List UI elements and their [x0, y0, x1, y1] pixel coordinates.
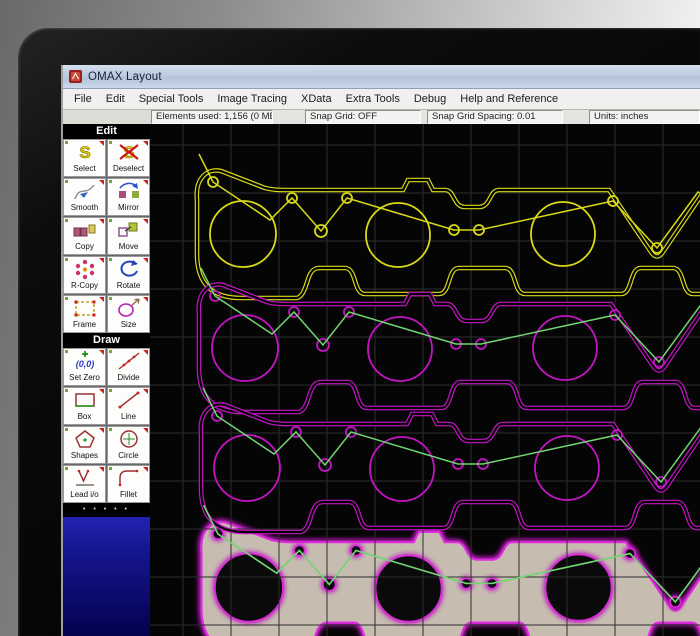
- menu-item-xdata[interactable]: XData: [294, 91, 339, 107]
- omax-logo-icon: [69, 70, 82, 83]
- status-snap-grid-spacing: Snap Grid Spacing: 0.01: [427, 110, 563, 124]
- tool-label: Deselect: [112, 164, 145, 173]
- mirror-icon: [116, 179, 142, 203]
- window-title: OMAX Layout: [88, 70, 162, 83]
- menu-item-debug[interactable]: Debug: [407, 91, 453, 107]
- tool-move[interactable]: Move: [107, 217, 150, 255]
- tool-deselect[interactable]: SDeselect: [107, 139, 150, 177]
- status-elements-used: Elements used: 1,156 (0 MB): [151, 110, 273, 124]
- tool-line[interactable]: Line: [107, 387, 150, 425]
- tool-label: Lead i/o: [70, 490, 99, 499]
- tool-label: Shapes: [70, 451, 99, 460]
- tool-label: Copy: [75, 242, 94, 251]
- shapes-icon: [72, 427, 98, 451]
- menu-item-file[interactable]: File: [67, 91, 99, 107]
- tool-shapes[interactable]: Shapes: [63, 426, 106, 464]
- menu-item-help-and-reference[interactable]: Help and Reference: [453, 91, 565, 107]
- tool-label: Rotate: [116, 281, 141, 290]
- tool-select[interactable]: S Select: [63, 139, 106, 177]
- r-copy-icon: [72, 257, 98, 281]
- cad-drawing-area[interactable]: [150, 124, 700, 636]
- tool-copy[interactable]: Copy: [63, 217, 106, 255]
- toolbar-resize-dots: • • • • •: [63, 503, 150, 517]
- menu-item-extra-tools[interactable]: Extra Tools: [339, 91, 407, 107]
- smooth-icon: [72, 179, 98, 203]
- tool-label: R-Copy: [70, 281, 99, 290]
- status-snap-grid: Snap Grid: OFF: [305, 110, 421, 124]
- size-icon: [116, 296, 142, 320]
- menu-item-edit[interactable]: Edit: [99, 91, 132, 107]
- menu-item-image-tracing[interactable]: Image Tracing: [210, 91, 294, 107]
- toolbar-grid-edit: SSelectSDeselectSmoothMirrorCopyMoveR-Co…: [63, 139, 150, 333]
- tool-palette: EditSSelectSDeselectSmoothMirrorCopyMove…: [63, 124, 150, 636]
- drawing-canvas[interactable]: [150, 124, 700, 636]
- tool-label: Set Zero: [69, 373, 100, 382]
- tool-frame[interactable]: Frame: [63, 295, 106, 333]
- tool-box[interactable]: Box: [63, 387, 106, 425]
- line-icon: [116, 388, 142, 412]
- tool-label: Fillet: [120, 490, 137, 499]
- status-units: Units: inches: [589, 110, 700, 124]
- toolbar-header-draw: Draw: [63, 333, 150, 348]
- tool-label: Mirror: [118, 203, 139, 212]
- rotate-icon: [116, 257, 142, 281]
- tool-label: Line: [120, 412, 137, 421]
- deselect-icon: S: [116, 140, 142, 164]
- gasket-yellow: [197, 153, 700, 298]
- tool-mirror[interactable]: Mirror: [107, 178, 150, 216]
- toolbar-blue-panel: [63, 517, 150, 636]
- tool-label: Box: [77, 412, 92, 421]
- tool-circle[interactable]: Circle: [107, 426, 150, 464]
- box-icon: [72, 388, 98, 412]
- lead-io-icon: [72, 466, 98, 490]
- tool-rotate[interactable]: Rotate: [107, 256, 150, 294]
- menu-item-special-tools[interactable]: Special Tools: [132, 91, 211, 107]
- copy-icon: [72, 218, 98, 242]
- select-icon: S: [72, 140, 98, 164]
- tool-label: Frame: [72, 320, 97, 329]
- tool-label: Circle: [118, 451, 139, 460]
- svg-text:S: S: [79, 143, 90, 162]
- menu-bar: File Edit Special Tools Image Tracing XData E…: [63, 89, 700, 110]
- fillet-icon: [116, 466, 142, 490]
- tool-label: Divide: [117, 373, 140, 382]
- tool-smooth[interactable]: Smooth: [63, 178, 106, 216]
- status-bar: Elements used: 1,156 (0 MB) Snap Grid: O…: [63, 110, 700, 124]
- circle-icon: [116, 427, 142, 451]
- move-icon: [116, 218, 142, 242]
- svg-text:(0,0): (0,0): [75, 359, 94, 369]
- toolbar-grid-draw: (0,0) Set Zero Divide Box Line Shapes Circle Le…: [63, 348, 150, 503]
- window-title-bar[interactable]: OMAX Layout: [63, 65, 700, 89]
- screen: OMAX Layout File Edit Special Tools Image T…: [61, 65, 700, 636]
- status-bar-spacer: [63, 110, 151, 124]
- tool-r-copy[interactable]: R-Copy: [63, 256, 106, 294]
- divide-icon: [116, 349, 142, 373]
- monitor-bezel: OMAX Layout File Edit Special Tools Image T…: [18, 28, 700, 636]
- frame-icon: [72, 296, 98, 320]
- tool-lead-i-o[interactable]: Lead i/o: [63, 465, 106, 503]
- toolbar-header-edit: Edit: [63, 124, 150, 139]
- tool-label: Move: [118, 242, 139, 251]
- tool-set-zero[interactable]: (0,0) Set Zero: [63, 348, 106, 386]
- tool-label: Select: [73, 164, 96, 173]
- gasket-magenta-1: [199, 267, 700, 412]
- tool-size[interactable]: Size: [107, 295, 150, 333]
- tool-divide[interactable]: Divide: [107, 348, 150, 386]
- tool-label: Size: [120, 320, 137, 329]
- set-zero-icon: (0,0): [72, 349, 98, 373]
- tool-label: Smooth: [70, 203, 99, 212]
- tool-fillet[interactable]: Fillet: [107, 465, 150, 503]
